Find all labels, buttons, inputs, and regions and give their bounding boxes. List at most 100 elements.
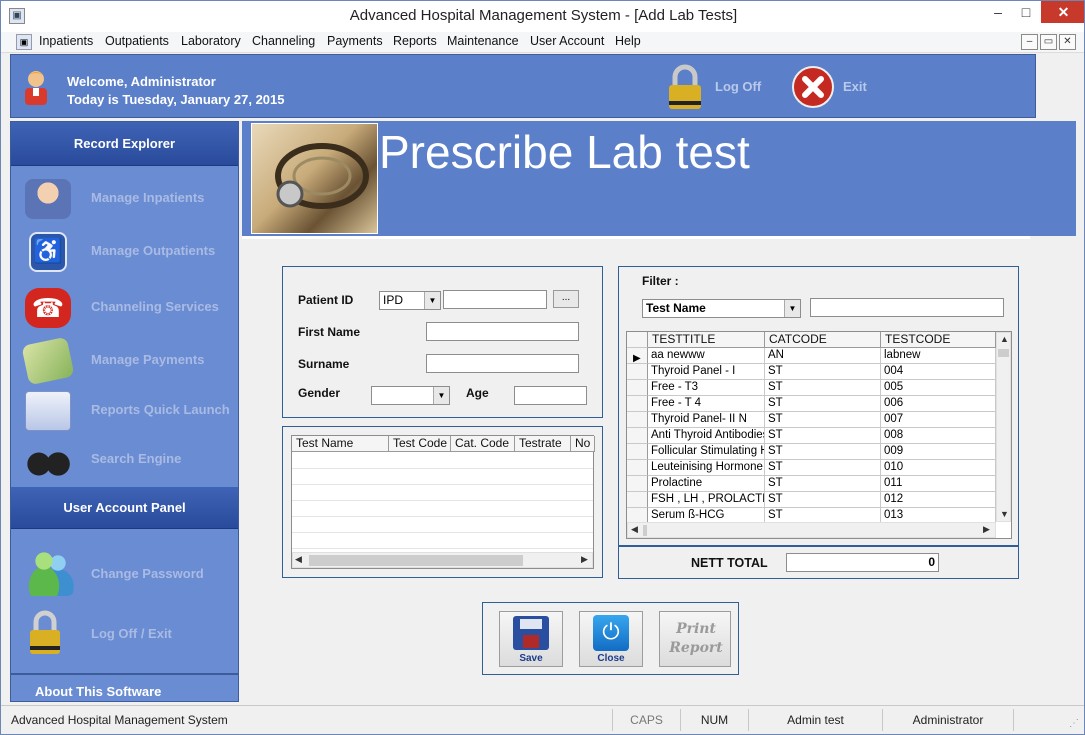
menu-inpatients[interactable]: Inpatients bbox=[39, 34, 93, 48]
logoff-lock-icon[interactable] bbox=[663, 63, 707, 111]
age-input[interactable] bbox=[514, 386, 587, 405]
gender-select[interactable]: ▼ bbox=[371, 386, 450, 405]
mdi-minimize-button[interactable]: – bbox=[1021, 34, 1038, 50]
sidebar-item-outpatients[interactable]: ♿ Manage Outpatients bbox=[11, 226, 238, 276]
table-cell[interactable]: FSH , LH , PROLACTIN bbox=[648, 492, 765, 508]
patient-type-select[interactable]: IPD ▼ bbox=[379, 291, 441, 310]
chevron-down-icon[interactable]: ▼ bbox=[424, 292, 440, 309]
table-cell[interactable]: ST bbox=[765, 428, 881, 444]
table-cell[interactable]: 008 bbox=[881, 428, 996, 444]
table-cell[interactable]: 006 bbox=[881, 396, 996, 412]
selected-tests-grid[interactable]: Test Name Test Code Cat. Code Testrate N… bbox=[291, 435, 595, 569]
table-cell[interactable]: Free - T3 bbox=[648, 380, 765, 396]
table-row[interactable]: Leuteinising Hormone ST 010 bbox=[627, 460, 996, 476]
sidebar-item-reports[interactable]: Reports Quick Launch bbox=[11, 385, 238, 435]
table-cell[interactable]: Leuteinising Hormone bbox=[648, 460, 765, 476]
mdi-close-button[interactable]: ✕ bbox=[1059, 34, 1076, 50]
table-cell[interactable]: 009 bbox=[881, 444, 996, 460]
resize-grip-icon[interactable]: ⋰ bbox=[1069, 718, 1079, 729]
sidebar-item-search[interactable]: Search Engine bbox=[11, 434, 238, 484]
menu-laboratory[interactable]: Laboratory bbox=[181, 34, 241, 48]
exit-icon[interactable] bbox=[791, 65, 835, 109]
table-row[interactable]: Thyroid Panel - I ST 004 bbox=[627, 364, 996, 380]
table-cell[interactable]: ST bbox=[765, 412, 881, 428]
row-header[interactable] bbox=[627, 428, 648, 444]
table-row[interactable]: Prolactine ST 011 bbox=[627, 476, 996, 492]
chevron-down-icon[interactable]: ▼ bbox=[784, 300, 800, 317]
sidebar-item-inpatients[interactable]: Manage Inpatients bbox=[11, 173, 238, 223]
table-cell[interactable]: Free - T 4 bbox=[648, 396, 765, 412]
maximize-button[interactable]: □ bbox=[1011, 1, 1041, 23]
table-cell[interactable]: 007 bbox=[881, 412, 996, 428]
table-cell[interactable]: Prolactine bbox=[648, 476, 765, 492]
table-row[interactable]: Follicular Stimulating Ho ST 009 bbox=[627, 444, 996, 460]
sidebar-item-logoff-exit[interactable]: Log Off / Exit bbox=[11, 606, 238, 662]
table-cell[interactable]: ST bbox=[765, 380, 881, 396]
vertical-scrollbar[interactable]: ▲ ▼ bbox=[996, 332, 1011, 522]
table-cell[interactable]: 005 bbox=[881, 380, 996, 396]
scroll-thumb[interactable] bbox=[643, 525, 647, 536]
row-header[interactable] bbox=[627, 412, 648, 428]
save-button[interactable]: Save bbox=[499, 611, 563, 667]
menu-user-account[interactable]: User Account bbox=[530, 34, 604, 48]
table-cell[interactable]: Thyroid Panel - I bbox=[648, 364, 765, 380]
sidebar-item-payments[interactable]: Manage Payments bbox=[11, 335, 238, 386]
menu-channeling[interactable]: Channeling bbox=[252, 34, 315, 48]
row-header[interactable]: ▶ bbox=[627, 348, 648, 364]
logoff-link[interactable]: Log Off bbox=[715, 79, 761, 94]
user-account-panel-header[interactable]: User Account Panel bbox=[11, 487, 238, 529]
row-header[interactable] bbox=[627, 476, 648, 492]
print-report-button[interactable]: Print Report bbox=[659, 611, 731, 667]
column-header[interactable]: TESTTITLE bbox=[648, 332, 765, 348]
scroll-up-icon[interactable]: ▲ bbox=[1000, 334, 1009, 344]
row-header[interactable] bbox=[627, 364, 648, 380]
menu-help[interactable]: Help bbox=[615, 34, 641, 48]
scroll-thumb[interactable] bbox=[309, 555, 523, 566]
table-cell[interactable]: AN bbox=[765, 348, 881, 364]
browse-patient-button[interactable]: ... bbox=[553, 290, 579, 308]
menu-maintenance[interactable]: Maintenance bbox=[447, 34, 519, 48]
table-cell[interactable]: ST bbox=[765, 476, 881, 492]
filter-input[interactable] bbox=[810, 298, 1004, 317]
table-row[interactable]: ▶ aa newww AN labnew bbox=[627, 348, 996, 364]
column-header[interactable]: No bbox=[571, 436, 595, 452]
table-cell[interactable]: Thyroid Panel- II N bbox=[648, 412, 765, 428]
table-cell[interactable]: 004 bbox=[881, 364, 996, 380]
about-software-link[interactable]: About This Software bbox=[35, 684, 161, 699]
table-cell[interactable]: ST bbox=[765, 492, 881, 508]
table-cell[interactable]: 010 bbox=[881, 460, 996, 476]
patient-id-input[interactable] bbox=[443, 290, 547, 309]
table-cell[interactable]: Anti Thyroid Antibodies ( bbox=[648, 428, 765, 444]
table-cell[interactable]: Follicular Stimulating Ho bbox=[648, 444, 765, 460]
scroll-left-icon[interactable]: ◀ bbox=[631, 524, 638, 535]
table-cell[interactable]: ST bbox=[765, 396, 881, 412]
lab-tests-grid[interactable]: TESTTITLE CATCODE TESTCODE ▶ aa newww AN la… bbox=[626, 331, 1012, 539]
column-header[interactable]: CATCODE bbox=[765, 332, 881, 348]
table-row[interactable]: Anti Thyroid Antibodies (ST 008 bbox=[627, 428, 996, 444]
first-name-input[interactable] bbox=[426, 322, 579, 341]
chevron-down-icon[interactable]: ▼ bbox=[433, 387, 449, 404]
table-row[interactable]: Free - T 4 ST 006 bbox=[627, 396, 996, 412]
row-header[interactable] bbox=[627, 444, 648, 460]
table-cell[interactable]: aa newww bbox=[648, 348, 765, 364]
scroll-left-icon[interactable]: ◀ bbox=[295, 554, 302, 565]
row-header[interactable] bbox=[627, 460, 648, 476]
sidebar-item-change-password[interactable]: Change Password bbox=[11, 546, 238, 602]
row-header[interactable] bbox=[627, 492, 648, 508]
scroll-right-icon[interactable]: ▶ bbox=[983, 524, 990, 535]
horizontal-scrollbar[interactable]: ◀ ▶ bbox=[292, 552, 593, 568]
filter-field-select[interactable]: Test Name ▼ bbox=[642, 299, 801, 318]
column-header[interactable]: Test Name bbox=[292, 436, 389, 452]
surname-input[interactable] bbox=[426, 354, 579, 373]
menu-payments[interactable]: Payments bbox=[327, 34, 383, 48]
column-header[interactable]: TESTCODE bbox=[881, 332, 996, 348]
menu-reports[interactable]: Reports bbox=[393, 34, 437, 48]
table-cell[interactable]: labnew bbox=[881, 348, 996, 364]
table-row[interactable]: Thyroid Panel- II N ST 007 bbox=[627, 412, 996, 428]
exit-link[interactable]: Exit bbox=[843, 79, 867, 94]
sidebar-item-channeling[interactable]: ☎ Channeling Services bbox=[11, 282, 238, 332]
close-window-button[interactable]: ✕ bbox=[1041, 1, 1084, 23]
record-explorer-header[interactable]: Record Explorer bbox=[11, 122, 238, 166]
column-header[interactable]: Cat. Code bbox=[451, 436, 515, 452]
scroll-down-icon[interactable]: ▼ bbox=[1000, 509, 1009, 519]
